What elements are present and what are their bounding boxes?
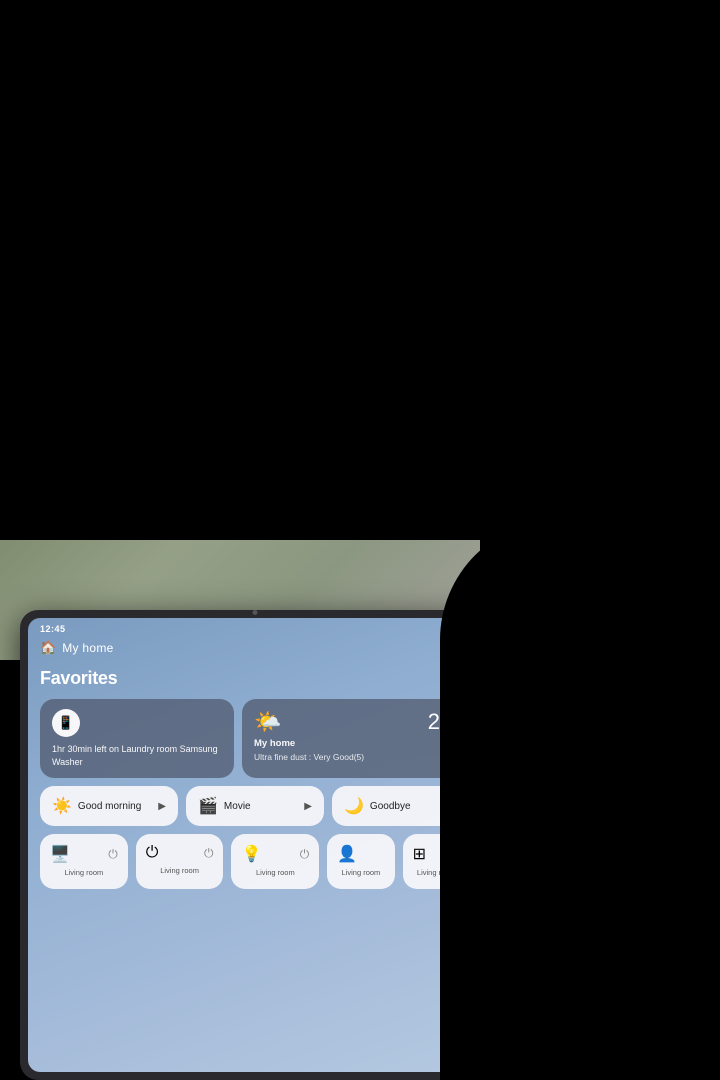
moon-icon: 🌙 bbox=[344, 796, 364, 816]
washer-card[interactable]: 📱 1hr 30min left on Laundry room Samsung… bbox=[40, 699, 234, 778]
device-icons-row: 👤 bbox=[337, 844, 384, 864]
device-icons-row: ⏻ ⏻ bbox=[146, 844, 214, 862]
top-black-area bbox=[0, 0, 720, 540]
routine-goodbye-label: Goodbye bbox=[370, 801, 411, 812]
weather-location: My home bbox=[254, 738, 458, 749]
weather-top: 🌤️ 26° bbox=[254, 709, 458, 735]
routine-left: 🌙 Goodbye bbox=[344, 796, 411, 816]
tv-device-label: Living room bbox=[64, 868, 103, 877]
routine-movie[interactable]: 🎬 Movie ▶ bbox=[186, 786, 324, 826]
device-tile-light[interactable]: 💡 ⏻ Living room bbox=[231, 834, 319, 889]
movie-icon: 🎬 bbox=[198, 796, 218, 816]
routine-left: ☀️ Good morning bbox=[52, 796, 141, 816]
status-time: 12:45 bbox=[40, 624, 66, 634]
light-icon: 💡 bbox=[241, 844, 261, 864]
routine-good-morning-label: Good morning bbox=[78, 801, 141, 812]
person-icon: 👤 bbox=[337, 844, 357, 864]
device-icons-row: 🖥️ ⏻ bbox=[50, 844, 118, 864]
status-bar: 12:45 bbox=[28, 618, 482, 636]
power-icon-2[interactable]: ⏻ bbox=[204, 846, 214, 861]
person-device-label: Living room bbox=[342, 868, 381, 877]
weather-card[interactable]: 🌤️ 26° My home Ultra fine dust : Very Go… bbox=[242, 699, 470, 778]
home-icon: 🏠 bbox=[40, 640, 56, 656]
home-title: My home bbox=[62, 641, 113, 655]
tablet-screen[interactable]: 12:45 🏠 My home Favorites 📱 1hr 30min le… bbox=[28, 618, 482, 1072]
routine-left: 🎬 Movie bbox=[198, 796, 251, 816]
sun-icon: ☀️ bbox=[52, 796, 72, 816]
washer-icon-wrap: 📱 bbox=[52, 709, 80, 737]
tv-icon: 🖥️ bbox=[50, 844, 70, 864]
black-curve-overlay bbox=[440, 520, 720, 1080]
light-power-icon[interactable]: ⏻ bbox=[300, 847, 310, 862]
washer-icon: 📱 bbox=[58, 715, 74, 731]
movie-play-button[interactable]: ▶ bbox=[304, 801, 312, 812]
routine-good-morning[interactable]: ☀️ Good morning ▶ bbox=[40, 786, 178, 826]
cards-row-1: 📱 1hr 30min left on Laundry room Samsung… bbox=[40, 699, 470, 778]
favorites-section: Favorites 📱 1hr 30min left on Laundry ro… bbox=[28, 664, 482, 893]
power-device-label: Living room bbox=[160, 866, 199, 875]
favorites-heading: Favorites bbox=[40, 668, 470, 689]
device-row: 🖥️ ⏻ Living room ⏻ ⏻ Living room bbox=[40, 834, 470, 889]
good-morning-play-button[interactable]: ▶ bbox=[158, 801, 166, 812]
device-icons-row: 💡 ⏻ bbox=[241, 844, 309, 864]
washer-text: 1hr 30min left on Laundry room Samsung W… bbox=[52, 743, 222, 768]
tablet-device: 12:45 🏠 My home Favorites 📱 1hr 30min le… bbox=[20, 610, 490, 1080]
light-device-label: Living room bbox=[256, 868, 295, 877]
weather-description: Ultra fine dust : Very Good(5) bbox=[254, 752, 458, 762]
power-main-icon: ⏻ bbox=[146, 844, 159, 862]
camera-dot bbox=[253, 610, 258, 615]
routine-movie-label: Movie bbox=[224, 801, 251, 812]
home-header[interactable]: 🏠 My home bbox=[28, 636, 482, 664]
weather-icon: 🌤️ bbox=[254, 709, 281, 735]
tv-power-icon[interactable]: ⏻ bbox=[108, 847, 118, 862]
device-tile-person[interactable]: 👤 Living room bbox=[327, 834, 394, 889]
grid-icon: ⊞ bbox=[413, 844, 426, 864]
device-tile-tv[interactable]: 🖥️ ⏻ Living room bbox=[40, 834, 128, 889]
device-tile-power[interactable]: ⏻ ⏻ Living room bbox=[136, 834, 224, 889]
routine-row: ☀️ Good morning ▶ 🎬 Movie ▶ 🌙 bbox=[40, 786, 470, 826]
